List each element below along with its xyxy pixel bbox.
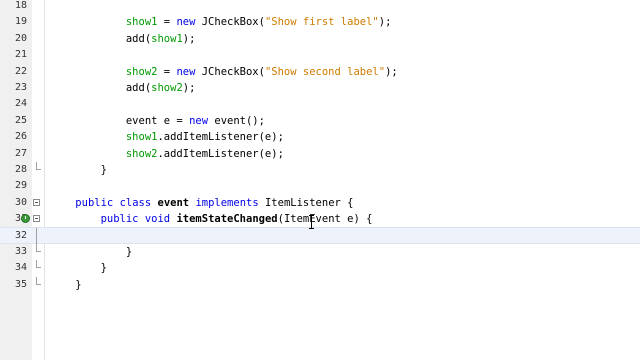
code-text: }	[50, 244, 132, 260]
field-token: show2	[151, 81, 183, 94]
code-token: .addItemListener(e);	[157, 131, 284, 144]
code-token: JCheckBox(	[195, 65, 265, 78]
code-line[interactable]: 22 show2 = new JCheckBox("Show second la…	[0, 64, 640, 80]
line-number: 25	[14, 114, 27, 126]
string-token: "Show first label"	[264, 16, 379, 29]
code-text: show1 = new JCheckBox("Show first label"…	[50, 14, 392, 30]
code-text: event e = new event();	[50, 113, 265, 129]
text-cursor-icon	[309, 215, 315, 229]
code-token: .addItemListener(e);	[157, 147, 284, 160]
collapse-minus-icon[interactable]	[33, 215, 40, 223]
code-token: event();	[208, 114, 265, 127]
code-token: );	[378, 16, 392, 29]
fold-end-marker	[36, 161, 41, 170]
field-token: show1	[151, 32, 183, 45]
code-token: }	[100, 163, 107, 176]
code-line[interactable]: 30 public class event implements ItemLis…	[0, 195, 640, 211]
code-line[interactable]: 29	[0, 178, 640, 194]
code-token: add(	[125, 81, 152, 94]
code-token: event	[157, 196, 190, 209]
code-text: add(show1);	[50, 31, 196, 47]
fold-end-marker	[36, 276, 41, 285]
current-line[interactable]: 32	[0, 227, 640, 245]
code-line[interactable]: 31 public void itemStateChanged(ItemEven…	[0, 211, 640, 227]
field-token: show2	[125, 65, 158, 78]
line-number: 35	[14, 278, 27, 290]
code-line[interactable]: 27 show2.addItemListener(e);	[0, 146, 640, 162]
keyword-token: implements	[195, 196, 259, 209]
fold-guide	[36, 228, 37, 245]
code-token: (ItemEvent e) {	[277, 213, 373, 226]
code-line[interactable]: 34 }	[0, 260, 640, 276]
code-token: }	[125, 245, 133, 258]
code-token: add(	[125, 32, 152, 45]
line-number: 20	[14, 32, 27, 44]
line-number: 30	[14, 196, 27, 208]
line-number: 23	[14, 81, 27, 93]
code-token: event e =	[125, 114, 190, 127]
code-line[interactable]: 19 show1 = new JCheckBox("Show first lab…	[0, 14, 640, 30]
string-token: "Show second label"	[264, 65, 386, 78]
keyword-token: public	[75, 196, 114, 209]
code-editor[interactable]: 18 19 show1 = new JCheckBox("Show first l…	[0, 0, 640, 360]
code-line[interactable]: 28 }	[0, 161, 640, 178]
code-token: );	[182, 81, 196, 94]
line-number: 24	[14, 98, 27, 110]
code-token: =	[157, 65, 177, 78]
code-text: }	[50, 260, 107, 276]
code-text: show2.addItemListener(e);	[50, 146, 284, 162]
field-token: show1	[125, 16, 158, 29]
fold-end-marker	[36, 243, 41, 252]
keyword-token: new	[176, 16, 196, 29]
code-line[interactable]: 35 }	[0, 276, 640, 293]
code-line[interactable]: 20 add(show1);	[0, 31, 640, 47]
code-line[interactable]: 25 event e = new event();	[0, 113, 640, 129]
code-text: public class event implements ItemListen…	[50, 195, 353, 211]
code-line[interactable]: 23 add(show2);	[0, 80, 640, 96]
code-line[interactable]: 24	[0, 96, 640, 112]
code-token: itemStateChanged	[176, 213, 278, 226]
keyword-token: new	[189, 114, 209, 127]
code-token: JCheckBox(	[195, 16, 265, 29]
line-number: 27	[14, 147, 27, 159]
code-token: ItemListener {	[258, 196, 354, 209]
code-text: }	[50, 162, 107, 178]
code-token: }	[75, 278, 82, 291]
fold-end-marker	[36, 260, 41, 269]
line-number: 22	[14, 65, 27, 77]
collapse-minus-icon[interactable]	[33, 198, 40, 206]
line-number: 26	[14, 131, 27, 143]
keyword-token: void	[144, 213, 171, 226]
code-text: public void itemStateChanged(ItemEvent e…	[50, 211, 373, 227]
code-text: add(show2);	[50, 80, 196, 96]
code-text: show1.addItemListener(e);	[50, 129, 284, 145]
line-number: 21	[14, 49, 27, 61]
code-line[interactable]: 21	[0, 47, 640, 63]
code-token: );	[182, 32, 196, 45]
keyword-token: new	[176, 65, 196, 78]
code-text: }	[50, 277, 82, 293]
line-number: 29	[14, 180, 27, 192]
code-token: }	[100, 262, 107, 275]
line-number: 28	[14, 163, 27, 175]
field-token: show1	[125, 131, 158, 144]
implements-method-icon[interactable]	[21, 214, 30, 224]
code-token: );	[385, 65, 398, 78]
line-number: 32	[14, 230, 27, 242]
keyword-token: class	[119, 196, 152, 209]
field-token: show2	[125, 147, 158, 160]
keyword-token: public	[100, 213, 139, 226]
code-line[interactable]: 18	[0, 0, 640, 14]
code-line[interactable]: 26 show1.addItemListener(e);	[0, 129, 640, 145]
line-number: 18	[14, 0, 27, 11]
line-number: 33	[14, 245, 27, 257]
code-text: show2 = new JCheckBox("Show second label…	[50, 64, 398, 80]
code-token: =	[157, 16, 177, 29]
line-number: 19	[14, 16, 27, 28]
code-area[interactable]: 18 19 show1 = new JCheckBox("Show first l…	[0, 0, 640, 293]
line-number: 34	[14, 262, 27, 274]
code-line[interactable]: 33 }	[0, 243, 640, 260]
